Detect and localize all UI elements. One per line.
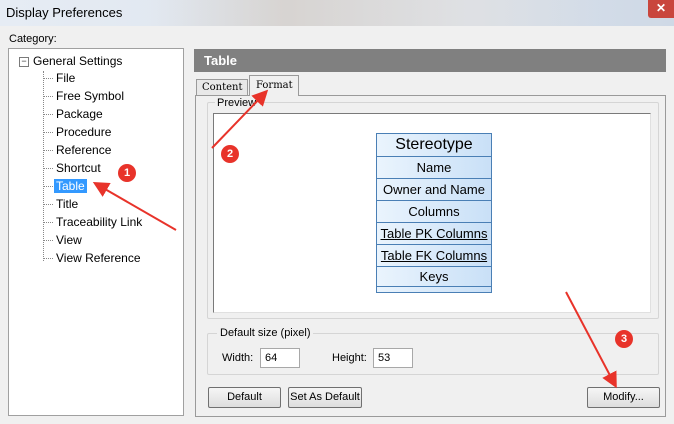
category-label: Category: — [9, 33, 57, 45]
close-icon: ✕ — [656, 1, 667, 15]
uml-row-table-fk-columns: Table FK Columns — [377, 245, 491, 267]
tree-item-label: View Reference — [56, 251, 141, 265]
panel-title: Table — [204, 53, 237, 68]
close-button[interactable]: ✕ — [648, 0, 674, 18]
tab-format-label: Format — [256, 80, 293, 91]
collapse-icon[interactable]: − — [19, 57, 29, 67]
uml-row-table-pk-columns: Table PK Columns — [377, 223, 491, 245]
tree-item-label: Title — [56, 197, 79, 211]
uml-table-preview: Stereotype Name Owner and Name Columns T… — [376, 133, 492, 293]
tree-item-label: View — [56, 233, 82, 247]
annotation-badge-1: 1 — [118, 164, 136, 182]
preview-label: Preview — [215, 97, 259, 109]
annotation-badge-3: 3 — [615, 330, 633, 348]
tree-item-label: File — [56, 71, 76, 85]
title-bar-background — [150, 0, 600, 26]
uml-row-columns: Columns — [377, 201, 491, 223]
set-as-default-button[interactable]: Set As Default — [288, 387, 362, 408]
uml-stereotype: Stereotype — [377, 134, 491, 157]
category-tree[interactable]: − General Settings File Free Symbol Pack… — [8, 48, 184, 416]
default-size-label: Default size (pixel) — [217, 327, 314, 339]
default-button[interactable]: Default — [208, 387, 281, 408]
height-label: Height: — [332, 352, 367, 364]
panel-header: Table — [194, 49, 666, 72]
title-bar: Display Preferences — [0, 0, 674, 26]
tree-item-label: Package — [56, 107, 103, 121]
window-title: Display Preferences — [6, 5, 123, 20]
tab-content-label: Content — [202, 82, 243, 93]
tree-item-label: Shortcut — [56, 161, 101, 175]
uml-row-name: Name — [377, 157, 491, 179]
tree-item-label: Traceability Link — [56, 215, 143, 229]
uml-row-owner-and-name: Owner and Name — [377, 179, 491, 201]
tree-item-label: Reference — [56, 143, 112, 157]
tree-item-label: Free Symbol — [56, 89, 125, 103]
modify-button[interactable]: Modify... — [587, 387, 660, 408]
width-label: Width: — [222, 352, 254, 364]
tab-content[interactable]: Content — [196, 79, 248, 95]
tab-format[interactable]: Format — [249, 75, 299, 96]
tree-connector — [43, 71, 44, 261]
width-field[interactable]: 64 — [260, 348, 300, 368]
tree-item-label: Table — [54, 179, 87, 193]
uml-row-keys: Keys — [377, 267, 491, 287]
annotation-badge-2: 2 — [221, 145, 239, 163]
height-field[interactable]: 53 — [373, 348, 413, 368]
tree-root-label: General Settings — [33, 54, 123, 68]
tree-item-label: Procedure — [56, 125, 112, 139]
